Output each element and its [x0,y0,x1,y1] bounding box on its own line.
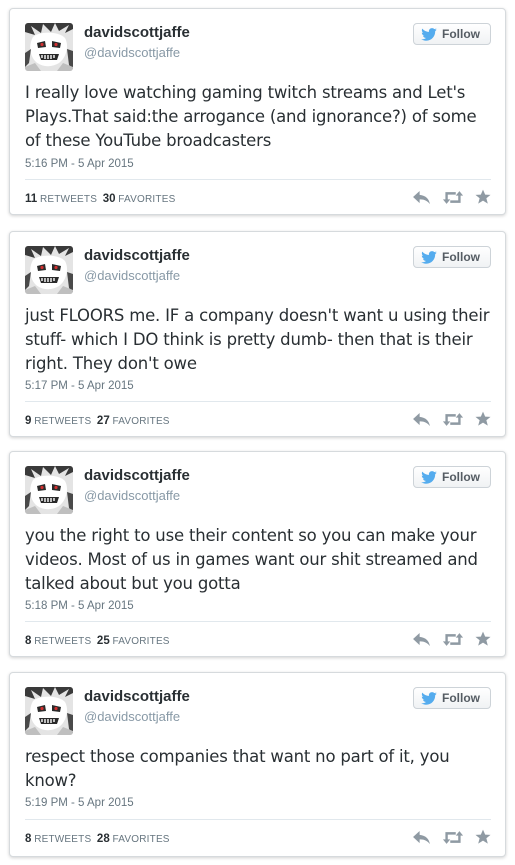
favorite-label: FAVORITES [112,834,170,845]
follow-label: Follow [442,27,480,41]
author-name[interactable]: davidscottjaffe [84,247,190,264]
tweet-text: respect those companies that want no par… [25,747,450,790]
divider [25,401,491,402]
reply-icon[interactable] [412,632,431,652]
twitter-bird-icon [421,251,437,264]
retweet-count[interactable]: 8 [25,833,31,845]
follow-button[interactable]: Follow [413,687,491,709]
tweet-actions [412,189,491,210]
retweet-count[interactable]: 11 [25,193,37,205]
favorite-star-icon[interactable] [475,189,491,210]
favorite-count[interactable]: 25 [97,635,110,647]
author-handle[interactable]: @davidscottjaffe [84,268,180,283]
tweet-stats: 9 RETWEETS 27 FAVORITES [25,415,170,427]
avatar[interactable] [25,246,73,294]
avatar[interactable] [25,466,73,514]
tweet-stats: 8 RETWEETS 25 FAVORITES [25,635,170,647]
divider [25,179,491,180]
twitter-bird-icon [421,471,437,484]
retweet-count[interactable]: 8 [25,635,31,647]
reply-icon[interactable] [412,190,431,210]
tweet-timestamp[interactable]: 5:19 PM - 5 Apr 2015 [25,797,134,809]
retweet-icon[interactable] [442,830,464,850]
tweet-stats: 8 RETWEETS 28 FAVORITES [25,833,170,845]
avatar[interactable] [25,687,73,735]
reply-icon[interactable] [412,830,431,850]
follow-button[interactable]: Follow [413,466,491,488]
favorite-label: FAVORITES [112,636,170,647]
retweet-label: RETWEETS [34,834,92,845]
favorite-star-icon[interactable] [475,411,491,432]
tweet-card: davidscottjaffe @davidscottjaffe Follow … [9,231,506,437]
follow-label: Follow [442,470,480,484]
retweet-icon[interactable] [442,190,464,210]
favorite-count[interactable]: 27 [97,415,110,427]
favorite-star-icon[interactable] [475,631,491,652]
tweet-timestamp[interactable]: 5:16 PM - 5 Apr 2015 [25,158,134,170]
favorite-label: FAVORITES [112,416,170,427]
tweet-text: just FLOORS me. IF a company doesn't wan… [25,306,490,373]
tweet-card: davidscottjaffe @davidscottjaffe Follow … [9,672,506,857]
author-name[interactable]: davidscottjaffe [84,688,190,705]
favorite-star-icon[interactable] [475,829,491,850]
author-handle[interactable]: @davidscottjaffe [84,709,180,724]
author-name[interactable]: davidscottjaffe [84,467,190,484]
divider [25,819,491,820]
tweet-actions [412,829,491,850]
avatar[interactable] [25,23,73,71]
twitter-bird-icon [421,692,437,705]
tweet-timestamp[interactable]: 5:17 PM - 5 Apr 2015 [25,380,134,392]
retweet-label: RETWEETS [34,416,92,427]
reply-icon[interactable] [412,412,431,432]
follow-button[interactable]: Follow [413,246,491,268]
tweet-text: you the right to use their content so yo… [25,526,478,593]
follow-button[interactable]: Follow [413,23,491,45]
tweet-text: I really love watching gaming twitch str… [25,83,477,150]
twitter-bird-icon [421,28,437,41]
tweet-stats: 11 RETWEETS 30 FAVORITES [25,193,175,205]
favorite-count[interactable]: 28 [97,833,110,845]
favorite-label: FAVORITES [118,194,176,205]
author-handle[interactable]: @davidscottjaffe [84,45,180,60]
follow-label: Follow [442,250,480,264]
tweet-actions [412,411,491,432]
tweet-timestamp[interactable]: 5:18 PM - 5 Apr 2015 [25,600,134,612]
author-handle[interactable]: @davidscottjaffe [84,488,180,503]
tweet-actions [412,631,491,652]
author-name[interactable]: davidscottjaffe [84,24,190,41]
retweet-label: RETWEETS [39,194,98,205]
tweet-card: davidscottjaffe @davidscottjaffe Follow … [9,451,506,657]
retweet-icon[interactable] [442,632,464,652]
follow-label: Follow [442,691,480,705]
favorite-count[interactable]: 30 [103,193,116,205]
retweet-label: RETWEETS [34,636,92,647]
tweet-card: davidscottjaffe @davidscottjaffe Follow … [9,8,506,215]
retweet-count[interactable]: 9 [25,415,31,427]
retweet-icon[interactable] [442,412,464,432]
divider [25,621,491,622]
